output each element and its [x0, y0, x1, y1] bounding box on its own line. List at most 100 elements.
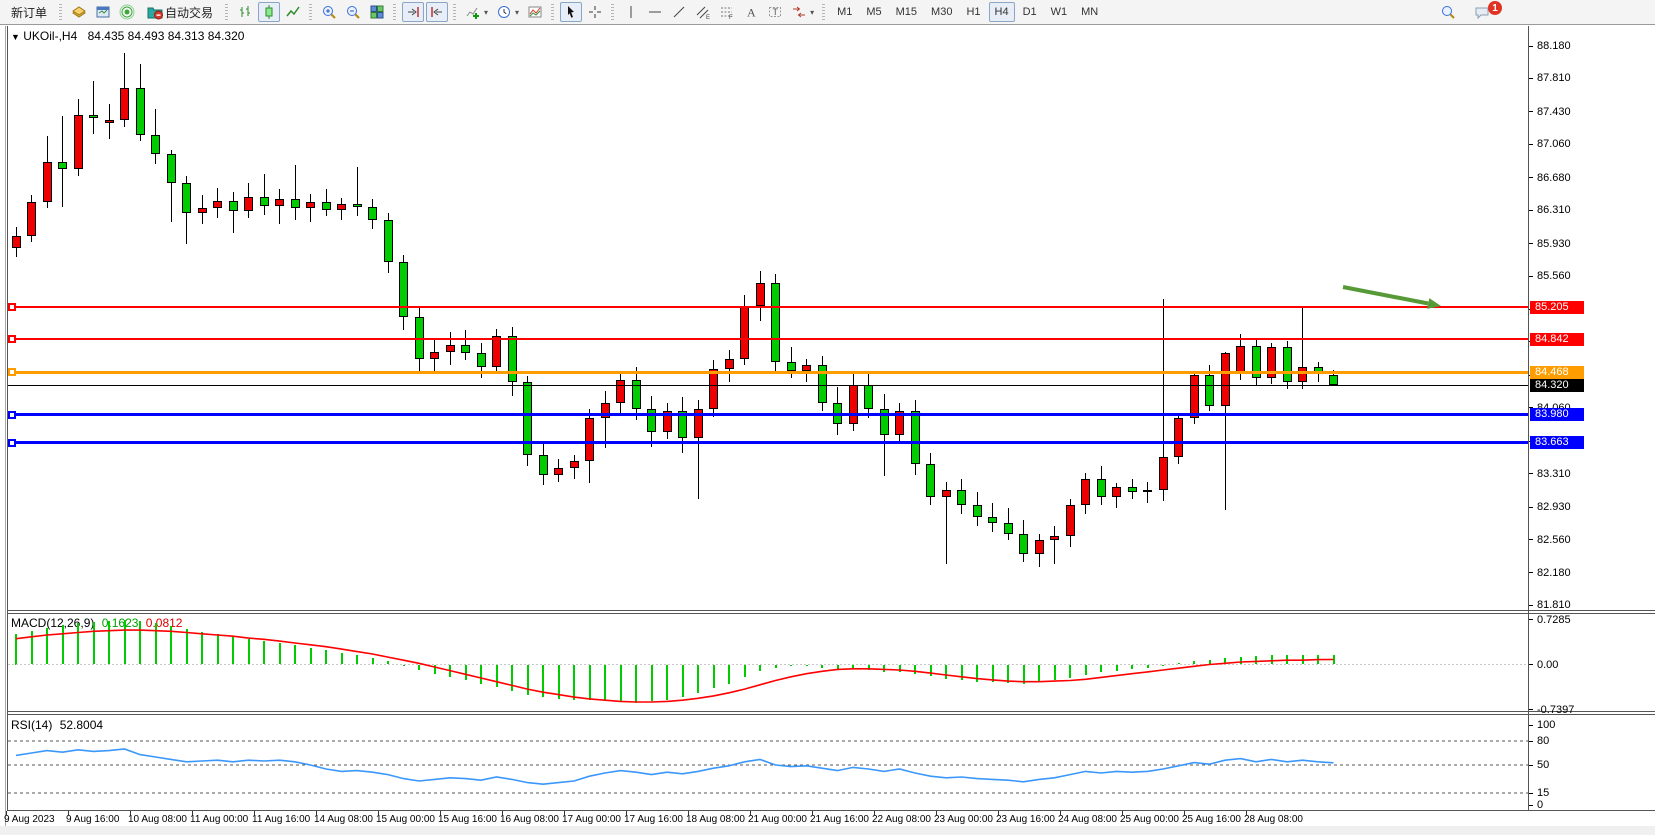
crosshair-button[interactable]: [584, 2, 606, 22]
candlestick-chart-button[interactable]: [258, 2, 280, 22]
horizontal-line-83.98[interactable]: [8, 413, 1528, 416]
rsi-line: [16, 749, 1334, 784]
horizontal-line-84.842[interactable]: [8, 338, 1528, 340]
auto-scroll-button[interactable]: [402, 2, 424, 22]
macd-bar: [1023, 665, 1025, 684]
window-left-border-outer: [5, 26, 6, 826]
periods-button[interactable]: ▾: [493, 2, 522, 22]
horizontal-line-83.663[interactable]: [8, 441, 1528, 444]
price-tick: [1529, 111, 1533, 112]
macd-tick: [1529, 709, 1533, 710]
macd-bar: [697, 665, 699, 694]
macd-bar: [124, 620, 126, 664]
market-watch-button[interactable]: [68, 2, 90, 22]
time-tick-label: 15 Aug 16:00: [438, 814, 497, 825]
candle-down: [89, 115, 98, 119]
vertical-line-button[interactable]: [620, 2, 642, 22]
price-tag-84.320: 84.320: [1530, 379, 1584, 392]
horizontal-line-85.205[interactable]: [8, 306, 1528, 308]
search-button[interactable]: [1437, 2, 1459, 22]
macd-bar: [992, 665, 994, 683]
symbol-dropdown-icon[interactable]: ▼: [11, 32, 20, 42]
zoom-out-button[interactable]: [342, 2, 364, 22]
hline-handle-83.98[interactable]: [8, 411, 16, 419]
candle-down: [1128, 487, 1137, 492]
timeframe-button-W1[interactable]: W1: [1045, 2, 1074, 22]
navigator-button[interactable]: [116, 2, 138, 22]
candle-down: [182, 183, 191, 213]
auto-scroll-icon: [405, 4, 421, 20]
candle-up: [942, 490, 951, 496]
templates-button[interactable]: [524, 2, 546, 22]
macd-bar: [961, 665, 963, 681]
hline-handle-83.663[interactable]: [8, 439, 16, 447]
macd-bar: [837, 665, 839, 669]
candle-up: [213, 201, 222, 208]
candle-up: [306, 202, 315, 208]
candle-down: [539, 455, 548, 474]
price-tag-83.663: 83.663: [1530, 436, 1584, 449]
hline-handle-84.468[interactable]: [8, 368, 16, 376]
toolbar-grip: [551, 4, 554, 20]
macd-bar: [170, 626, 172, 665]
auto-trading-button[interactable]: 自动交易: [140, 2, 220, 22]
macd-bar: [713, 665, 715, 689]
macd-bar: [1224, 658, 1226, 665]
price-tag-85.205: 85.205: [1530, 301, 1584, 314]
toolbar-grip: [822, 4, 825, 20]
macd-bar: [976, 665, 978, 682]
timeframe-button-H4[interactable]: H4: [989, 2, 1015, 22]
cursor-button[interactable]: [560, 2, 582, 22]
equidistant-channel-icon: E: [695, 4, 711, 20]
macd-tick: [1529, 664, 1533, 665]
indicators-button[interactable]: ▾: [462, 2, 491, 22]
hline-handle-84.842[interactable]: [8, 335, 16, 343]
indicators-icon: [465, 4, 481, 20]
notification-badge[interactable]: 1: [1488, 1, 1502, 15]
tile-windows-button[interactable]: [366, 2, 388, 22]
equidistant-channel-button[interactable]: E: [692, 2, 714, 22]
horizontal-line-icon: [647, 4, 663, 20]
rsi-name: RSI(14): [11, 718, 52, 732]
time-tick-label: 11 Aug 16:00: [252, 814, 310, 825]
rsi-tick: [1529, 741, 1533, 742]
candle-down: [229, 201, 238, 212]
line-chart-button[interactable]: [282, 2, 304, 22]
text-button[interactable]: A: [740, 2, 762, 22]
bar-chart-button[interactable]: [234, 2, 256, 22]
text-label-button[interactable]: T: [764, 2, 786, 22]
candlestick-chart-icon: [261, 4, 277, 20]
horizontal-line-84.468[interactable]: [8, 371, 1528, 374]
toolbar-grip: [611, 4, 614, 20]
timeframe-button-M15[interactable]: M15: [890, 2, 923, 22]
macd-name: MACD(12,26,9): [11, 616, 94, 630]
macd-bar: [217, 634, 219, 664]
candle-down: [1019, 534, 1028, 553]
macd-bar: [31, 631, 33, 665]
timeframe-button-H1[interactable]: H1: [960, 2, 986, 22]
macd-bar: [1317, 655, 1319, 665]
new-order-button[interactable]: 新订单: [4, 2, 54, 22]
trendline-button[interactable]: [668, 2, 690, 22]
templates-icon: [527, 4, 543, 20]
candle-down: [926, 464, 935, 496]
macd-bar: [1255, 656, 1257, 665]
zoom-in-button[interactable]: [318, 2, 340, 22]
timeframe-button-MN[interactable]: MN: [1075, 2, 1104, 22]
candle-up: [430, 352, 439, 359]
horizontal-line-button[interactable]: [644, 2, 666, 22]
arrows-button[interactable]: ▾: [788, 2, 817, 22]
price-tag-84.468: 84.468: [1530, 366, 1584, 379]
chart-shift-button[interactable]: [426, 2, 448, 22]
macd-bar: [1007, 665, 1009, 683]
timeframe-button-M30[interactable]: M30: [925, 2, 958, 22]
timeframe-button-M5[interactable]: M5: [860, 2, 887, 22]
time-tick-label: 22 Aug 08:00: [872, 814, 931, 825]
time-tick-label: 14 Aug 08:00: [314, 814, 373, 825]
hline-handle-85.205[interactable]: [8, 303, 16, 311]
timeframe-button-D1[interactable]: D1: [1017, 2, 1043, 22]
data-window-button[interactable]: [92, 2, 114, 22]
timeframe-button-M1[interactable]: M1: [831, 2, 858, 22]
macd-bar: [821, 665, 823, 668]
fibonacci-button[interactable]: F: [716, 2, 738, 22]
